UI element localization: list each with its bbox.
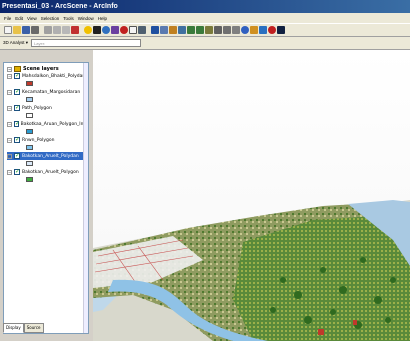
- layer-label: Kecamatan_Margosidaran: [22, 89, 81, 95]
- menu-tools[interactable]: Tools: [63, 16, 74, 21]
- observer-icon[interactable]: [259, 26, 267, 34]
- menu-file[interactable]: File: [4, 16, 11, 21]
- toc-scrollbar[interactable]: [83, 63, 88, 333]
- menu-selection[interactable]: Selection: [41, 16, 60, 21]
- layer-symbol-swatch: [26, 129, 33, 134]
- layer-symbol-swatch: [26, 177, 33, 182]
- layer-label: Mahsdalkon_Bhakti_Polydan: [22, 73, 86, 79]
- toc-layer[interactable]: − Kecamatan_Margosidaran: [7, 88, 88, 102]
- record-icon[interactable]: [120, 26, 128, 34]
- target-icon[interactable]: [169, 26, 177, 34]
- navigate-icon[interactable]: [151, 26, 159, 34]
- paste-icon[interactable]: [62, 26, 70, 34]
- expand-icon[interactable]: −: [7, 153, 12, 159]
- window-title: Presentasi_03 - ArcScene - ArcInfo: [0, 0, 410, 13]
- layer-visibility-checkbox[interactable]: [14, 120, 20, 127]
- layer-row[interactable]: − Kecamatan_Margosidaran: [7, 88, 88, 96]
- expand-icon[interactable]: −: [7, 105, 12, 111]
- layer-label: Bakotkaa_Aruan_Polygon_Into: [20, 121, 88, 127]
- layer-row[interactable]: − Bakotkaa_Aruan_Polygon_Into: [7, 120, 88, 128]
- expand-icon[interactable]: −: [7, 89, 12, 95]
- zoom-target-icon[interactable]: [178, 26, 186, 34]
- delete-icon[interactable]: [71, 26, 79, 34]
- layer-row[interactable]: − Mahsdalkon_Bhakti_Polydan: [7, 72, 88, 80]
- expand-icon[interactable]: −: [7, 73, 12, 79]
- toc-root[interactable]: − Scene layers: [4, 63, 88, 72]
- scene-viewport[interactable]: [93, 50, 410, 341]
- toc-layer[interactable]: − Bakotkan_Aruelt_Polygon: [7, 168, 88, 182]
- save-icon[interactable]: [22, 26, 30, 34]
- toolbar-filler: [160, 37, 410, 50]
- expand-icon[interactable]: −: [7, 121, 12, 127]
- layer-visibility-checkbox[interactable]: [14, 104, 20, 111]
- pan-icon[interactable]: [205, 26, 213, 34]
- toc-layer[interactable]: − Bakotkaa_Aruan_Polygon_Into: [7, 120, 88, 134]
- layer-symbol-swatch: [26, 145, 33, 150]
- layer-symbol-swatch: [26, 81, 33, 86]
- arc-toolbox-icon[interactable]: [111, 26, 119, 34]
- copy-icon[interactable]: [53, 26, 61, 34]
- layer-label: Bakotkan_Aruelt_Polydan: [22, 153, 79, 159]
- layer-row[interactable]: − Path_Polygon: [7, 104, 88, 112]
- toc-layer[interactable]: − Mahsdalkon_Bhakti_Polydan: [7, 72, 88, 86]
- layer-visibility-checkbox[interactable]: [14, 72, 20, 79]
- standard-toolbar: [0, 23, 410, 37]
- clear-selection-icon[interactable]: [232, 26, 240, 34]
- measure-icon[interactable]: [250, 26, 258, 34]
- menu-edit[interactable]: Edit: [15, 16, 23, 21]
- select-features-icon[interactable]: [223, 26, 231, 34]
- print-icon[interactable]: [31, 26, 39, 34]
- layer-combo[interactable]: Layer:: [31, 39, 142, 47]
- 3d-scene: [93, 50, 410, 341]
- layer-visibility-checkbox[interactable]: [14, 88, 20, 95]
- collapse-icon[interactable]: −: [7, 66, 12, 72]
- layer-visibility-checkbox[interactable]: [14, 168, 20, 175]
- layer-label: Rnwn_Polygon: [22, 137, 55, 143]
- fullscreen-icon[interactable]: [277, 26, 285, 34]
- zoom-out-icon[interactable]: [196, 26, 204, 34]
- open-icon[interactable]: [13, 26, 21, 34]
- tab-source[interactable]: Source: [23, 323, 44, 333]
- layer-label: Path_Polygon: [22, 105, 52, 111]
- toc-tab-bar: Display Source: [3, 323, 44, 333]
- window-icon[interactable]: [129, 26, 137, 34]
- table-of-contents: − Scene layers − Mahsdalkon_Bhakti_Polyda…: [3, 62, 89, 334]
- identify-icon[interactable]: [241, 26, 249, 34]
- layer-symbol-swatch: [26, 97, 33, 102]
- toc-root-label: Scene layers: [23, 66, 59, 72]
- new-icon[interactable]: [4, 26, 12, 34]
- stop-icon[interactable]: [268, 26, 276, 34]
- layer-symbol-swatch: [26, 113, 33, 118]
- cut-icon[interactable]: [44, 26, 52, 34]
- analyst-toolbar: 3D Analyst ▾ Layer:: [0, 37, 160, 50]
- layer-row[interactable]: − Bakotkan_Aruelt_Polygon: [7, 168, 88, 176]
- expand-icon[interactable]: −: [7, 169, 12, 175]
- layer-symbol-swatch: [26, 161, 33, 166]
- layer-visibility-checkbox[interactable]: [14, 152, 20, 159]
- menu-window[interactable]: Window: [78, 16, 94, 21]
- fly-icon[interactable]: [160, 26, 168, 34]
- help-icon[interactable]: [138, 26, 146, 34]
- layer-label: Bakotkan_Aruelt_Polygon: [22, 169, 79, 175]
- toc-layer[interactable]: − Path_Polygon: [7, 104, 88, 118]
- layer-row[interactable]: − Bakotkan_Aruelt_Polydan: [7, 152, 88, 160]
- 3d-analyst-menu[interactable]: 3D Analyst ▾: [3, 40, 28, 46]
- toc-layer[interactable]: − Bakotkan_Aruelt_Polydan: [7, 152, 88, 166]
- tab-display[interactable]: Display: [3, 323, 24, 333]
- full-extent-icon[interactable]: [214, 26, 222, 34]
- menu-view[interactable]: View: [27, 16, 37, 21]
- menu-help[interactable]: Help: [98, 16, 107, 21]
- globe-icon[interactable]: [102, 26, 110, 34]
- menu-bar: File Edit View Selection Tools Window He…: [0, 13, 410, 23]
- layer-row[interactable]: − Rnwn_Polygon: [7, 136, 88, 144]
- layer-visibility-checkbox[interactable]: [14, 136, 20, 143]
- zoom-in-icon[interactable]: [187, 26, 195, 34]
- toc-layer[interactable]: − Rnwn_Polygon: [7, 136, 88, 150]
- layer-properties-icon[interactable]: [93, 26, 101, 34]
- expand-icon[interactable]: −: [7, 137, 12, 143]
- add-data-icon[interactable]: [84, 26, 92, 34]
